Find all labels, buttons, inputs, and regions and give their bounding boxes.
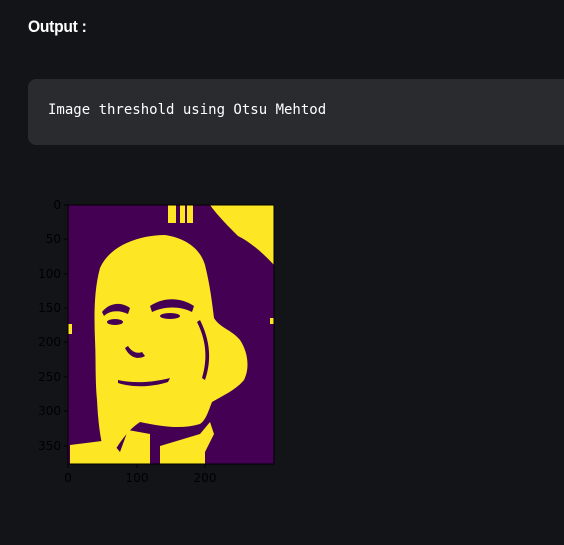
y-tick-label: 150 [38, 301, 61, 315]
y-tick-label: 250 [38, 370, 61, 384]
y-tick-label: 0 [53, 198, 61, 212]
right-eye [160, 313, 180, 319]
x-axis: 0 100 200 [64, 464, 216, 485]
code-output-text: Image threshold using Otsu Mehtod [48, 102, 327, 118]
threshold-image-plot: 0 50 100 150 200 250 300 350 0 100 200 [0, 190, 300, 490]
y-tick-label: 200 [38, 335, 61, 349]
left-eye [107, 319, 123, 325]
left-speck [68, 324, 72, 334]
x-tick-label: 0 [64, 471, 72, 485]
y-axis: 0 50 100 150 200 250 300 350 [38, 198, 68, 453]
bar-2 [180, 205, 185, 223]
y-tick-label: 100 [38, 267, 61, 281]
bar-1 [168, 205, 176, 223]
plot-svg: 0 50 100 150 200 250 300 350 0 100 200 [38, 198, 275, 485]
bar-3 [187, 205, 193, 223]
code-output-block: Image threshold using Otsu Mehtod [28, 79, 564, 145]
output-heading: Output : [28, 17, 87, 36]
x-tick-label: 200 [194, 471, 217, 485]
y-tick-label: 350 [38, 439, 61, 453]
right-speck [270, 318, 274, 324]
x-tick-label: 100 [126, 471, 149, 485]
y-tick-label: 300 [38, 404, 61, 418]
y-tick-label: 50 [46, 232, 61, 246]
